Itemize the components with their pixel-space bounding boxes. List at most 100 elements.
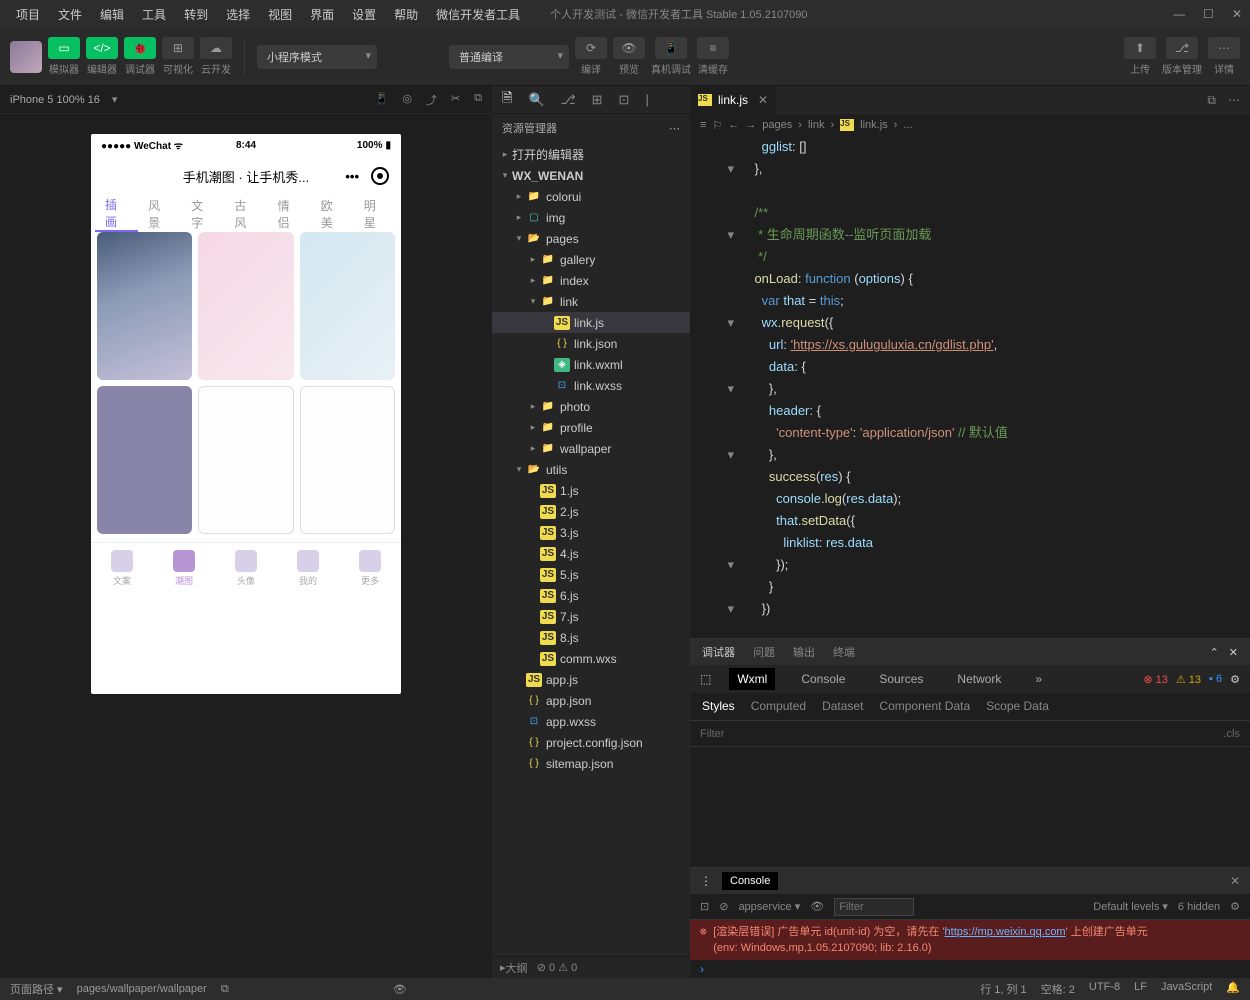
wallpaper-item[interactable] — [300, 232, 395, 380]
styles-filter[interactable]: Filter — [700, 728, 724, 740]
upload-button[interactable]: ⬆ — [1124, 37, 1156, 59]
folder-img[interactable]: ▸▢img — [492, 207, 690, 228]
wallpaper-item[interactable] — [198, 386, 293, 534]
file-4js[interactable]: JS4.js — [492, 543, 690, 564]
section-project[interactable]: ▾WX_WENAN — [492, 165, 690, 186]
clear-cache-button[interactable]: ≡ — [697, 37, 729, 59]
file-8js[interactable]: JS8.js — [492, 627, 690, 648]
dps-sources[interactable]: Sources — [871, 668, 931, 690]
git-icon[interactable]: ⎇ — [561, 92, 576, 108]
simulator-toggle[interactable]: ▭ — [48, 37, 80, 59]
back-icon[interactable]: ← — [728, 119, 739, 131]
dp-tab-debugger[interactable]: 调试器 — [702, 644, 735, 660]
hidden-count[interactable]: 6 hidden — [1178, 901, 1220, 913]
breadcrumb-file[interactable]: link.js — [860, 119, 888, 131]
folder-utils[interactable]: ▾📂utils — [492, 459, 690, 480]
dp-tab-output[interactable]: 输出 — [793, 644, 815, 660]
bookmark-icon[interactable]: ⚐ — [712, 119, 722, 132]
file-7js[interactable]: JS7.js — [492, 606, 690, 627]
tab-western[interactable]: 欧美 — [311, 197, 354, 231]
file-appjson[interactable]: { }app.json — [492, 690, 690, 711]
tab-star[interactable]: 明星 — [354, 197, 397, 231]
folder-wallpaper[interactable]: ▸📁wallpaper — [492, 438, 690, 459]
menu-interface[interactable]: 界面 — [302, 2, 342, 27]
folder-colorui[interactable]: ▸📁colorui — [492, 186, 690, 207]
file-2js[interactable]: JS2.js — [492, 501, 690, 522]
file-commwxs[interactable]: JScomm.wxs — [492, 648, 690, 669]
copy-path-icon[interactable]: ⧉ — [221, 983, 229, 996]
tabbar-avatar[interactable]: 头像 — [235, 550, 257, 587]
target-icon[interactable] — [371, 167, 389, 185]
warn-count[interactable]: ⚠ 13 — [1176, 673, 1201, 686]
section-open-editors[interactable]: ▸打开的编辑器 — [492, 144, 690, 165]
version-button[interactable]: ⎇ — [1166, 37, 1198, 59]
share-icon[interactable]: ⤴ — [426, 92, 437, 108]
wallpaper-item[interactable] — [97, 386, 192, 534]
file-link-wxml[interactable]: ◈link.wxml — [492, 354, 690, 375]
wallpaper-item[interactable] — [300, 386, 395, 534]
clear-console-icon[interactable]: ⊘ — [719, 900, 728, 913]
more-icon[interactable]: ⊡ — [619, 92, 630, 108]
device-icon[interactable]: 📱 — [375, 92, 389, 108]
tab-scenery[interactable]: 风景 — [138, 197, 181, 231]
outline-section[interactable]: ▸ 大纲 ⊘ 0 ⚠ 0 — [492, 956, 690, 978]
dps-more[interactable]: » — [1027, 668, 1050, 690]
avatar[interactable] — [10, 41, 42, 73]
search-icon[interactable]: 🔍 — [528, 92, 544, 108]
cursor-pos[interactable]: 行 1, 列 1 — [980, 981, 1026, 997]
styles-tab[interactable]: Styles — [702, 699, 735, 714]
file-6js[interactable]: JS6.js — [492, 585, 690, 606]
tabbar-wallpaper[interactable]: 潮图 — [173, 550, 195, 587]
mode-select[interactable]: 小程序模式 — [257, 45, 377, 69]
encoding[interactable]: UTF-8 — [1089, 981, 1120, 997]
cut-icon[interactable]: ✂ — [451, 92, 460, 108]
dataset-tab[interactable]: Dataset — [822, 699, 863, 714]
menu-wxdev[interactable]: 微信开发者工具 — [428, 2, 528, 27]
cls-toggle[interactable]: .cls — [1224, 728, 1241, 740]
dp-tab-problems[interactable]: 问题 — [753, 644, 775, 660]
minimize-icon[interactable]: — — [1173, 7, 1185, 21]
editor-toggle[interactable]: </> — [86, 37, 118, 59]
details-button[interactable]: ⋯ — [1208, 37, 1240, 59]
folder-photo[interactable]: ▸📁photo — [492, 396, 690, 417]
ext-icon[interactable]: ⊞ — [592, 92, 603, 108]
page-path[interactable]: pages/wallpaper/wallpaper — [77, 983, 207, 995]
eye-icon[interactable]: 👁 — [810, 900, 824, 913]
pipe-icon[interactable]: | — [645, 92, 648, 107]
tabbar-text[interactable]: 文案 — [111, 550, 133, 587]
cloud-toggle[interactable]: ☁ — [200, 37, 232, 59]
file-link-wxss[interactable]: ⊡link.wxss — [492, 375, 690, 396]
file-sitemap[interactable]: { }sitemap.json — [492, 753, 690, 774]
indent[interactable]: 空格: 2 — [1041, 981, 1075, 997]
device-label[interactable]: iPhone 5 100% 16 — [10, 94, 100, 106]
remote-debug-button[interactable]: 📱 — [655, 37, 687, 59]
tabbar-more[interactable]: 更多 — [359, 550, 381, 587]
menu-file[interactable]: 文件 — [50, 2, 90, 27]
menu-help[interactable]: 帮助 — [386, 2, 426, 27]
dps-wxml[interactable]: Wxml — [729, 668, 775, 690]
tab-ancient[interactable]: 古风 — [224, 197, 267, 231]
close-panel-icon[interactable]: ✕ — [1229, 646, 1238, 659]
more-tabs-icon[interactable]: ⋯ — [1228, 93, 1240, 108]
tab-couple[interactable]: 情侣 — [268, 197, 311, 231]
tab-text[interactable]: 文字 — [181, 197, 224, 231]
scope-data-tab[interactable]: Scope Data — [986, 699, 1049, 714]
code-editor[interactable]: ▾▾▾▾▾▾▾ gglist: [] }, /** * 生命周期函数--监听页面… — [690, 136, 1250, 638]
more-actions-icon[interactable]: ⋯ — [669, 122, 680, 135]
dps-console[interactable]: Console — [793, 668, 853, 690]
console-filter-input[interactable] — [834, 898, 914, 916]
visual-toggle[interactable]: ⊞ — [162, 37, 194, 59]
menu-select[interactable]: 选择 — [218, 2, 258, 27]
context-select[interactable]: appservice ▾ — [738, 900, 800, 913]
folder-pages[interactable]: ▾📂pages — [492, 228, 690, 249]
info-count[interactable]: ▪ 6 — [1209, 673, 1222, 686]
file-appwxss[interactable]: ⊡app.wxss — [492, 711, 690, 732]
folder-gallery[interactable]: ▸📁gallery — [492, 249, 690, 270]
watch-icon[interactable]: 👁 — [393, 983, 407, 996]
console-tab[interactable]: Console — [722, 872, 778, 890]
debugger-toggle[interactable]: 🐞 — [124, 37, 156, 59]
file-5js[interactable]: JS5.js — [492, 564, 690, 585]
compile-button[interactable]: ⟳ — [575, 37, 607, 59]
folder-profile[interactable]: ▸📁profile — [492, 417, 690, 438]
file-link-js[interactable]: JSlink.js — [492, 312, 690, 333]
